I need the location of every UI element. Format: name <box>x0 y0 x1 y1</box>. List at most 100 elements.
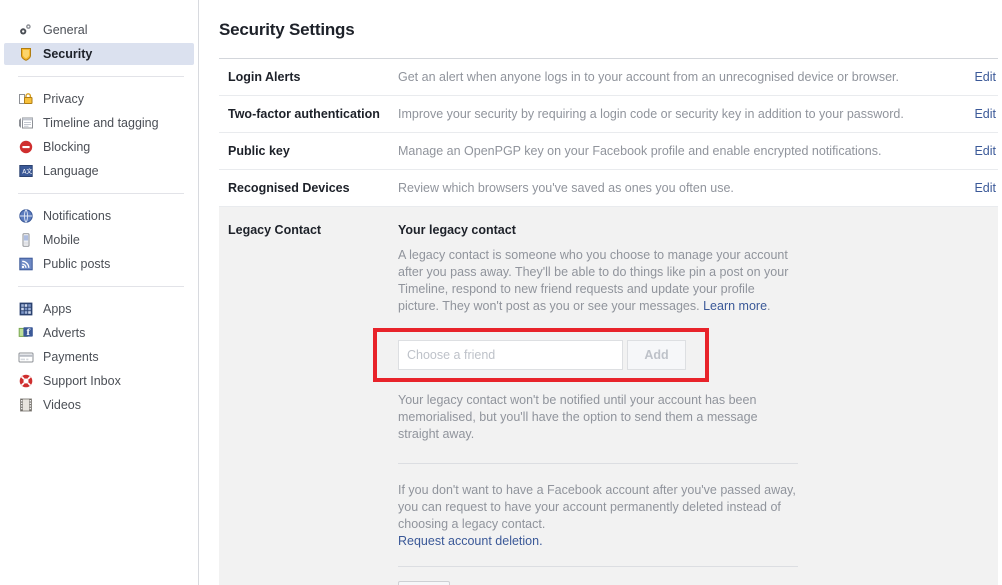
row-description: Review which browsers you've saved as on… <box>398 181 734 195</box>
sidebar-item-label: Language <box>43 164 99 178</box>
sidebar-item-label: Videos <box>43 398 81 412</box>
sidebar-group-apps: Apps f Adverts Payments Support Inbox Vi… <box>0 297 198 417</box>
security-settings-table: Login Alerts Get an alert when anyone lo… <box>219 58 998 585</box>
lifebuoy-icon <box>18 373 34 389</box>
sidebar-group-privacy: Privacy Timeline and tagging Blocking A … <box>0 87 198 183</box>
settings-screen: General Security Privacy Timeline and ta… <box>0 0 1002 585</box>
sidebar-row-wrap: Mobile <box>0 228 198 252</box>
sidebar-item-support-inbox[interactable]: Support Inbox <box>4 370 194 392</box>
apps-icon <box>18 301 34 317</box>
block-icon <box>18 139 34 155</box>
sidebar-item-label: Adverts <box>43 326 86 340</box>
sidebar-row-wrap: Blocking <box>0 135 198 159</box>
sidebar-row-wrap: Notifications <box>0 204 198 228</box>
globe-icon <box>18 208 34 224</box>
account-deletion-text: If you don't want to have a Facebook acc… <box>398 483 796 531</box>
sidebar-row-wrap: Timeline and tagging <box>0 111 198 135</box>
settings-sidebar: General Security Privacy Timeline and ta… <box>0 0 199 585</box>
edit-link-login-alerts[interactable]: Edit <box>936 70 998 84</box>
legacy-contact-note: Your legacy contact won't be notified un… <box>398 393 758 441</box>
mobile-icon <box>18 232 34 248</box>
sidebar-item-general[interactable]: General <box>4 19 194 41</box>
legacy-contact-heading: Your legacy contact <box>398 223 516 237</box>
sidebar-item-privacy[interactable]: Privacy <box>4 88 194 110</box>
lock-icon <box>18 91 34 107</box>
sidebar-row-wrap: Apps <box>0 297 198 321</box>
row-label: Public key <box>228 144 290 158</box>
sidebar-item-mobile[interactable]: Mobile <box>4 229 194 251</box>
sidebar-row-wrap: f Adverts <box>0 321 198 345</box>
sidebar-item-label: Blocking <box>43 140 91 154</box>
sidebar-item-label: Timeline and tagging <box>43 116 159 130</box>
sidebar-item-label: Support Inbox <box>43 374 121 388</box>
add-legacy-contact-button[interactable]: Add <box>627 340 686 370</box>
sidebar-row-wrap: Payments <box>0 345 198 369</box>
section-divider <box>398 566 798 567</box>
sidebar-item-payments[interactable]: Payments <box>4 346 194 368</box>
language-icon: A 文 <box>18 163 34 179</box>
settings-main: Security Settings Login Alerts Get an al… <box>200 0 1002 585</box>
sidebar-item-label: General <box>43 23 88 37</box>
sidebar-item-blocking[interactable]: Blocking <box>4 136 194 158</box>
sidebar-item-label: Apps <box>43 302 72 316</box>
sidebar-item-apps[interactable]: Apps <box>4 298 194 320</box>
timeline-icon <box>18 115 34 131</box>
sidebar-item-label: Privacy <box>43 92 84 106</box>
sidebar-row-wrap: Privacy <box>0 87 198 111</box>
svg-text:文: 文 <box>26 168 32 176</box>
legacy-contact-description: A legacy contact is someone who you choo… <box>398 247 798 315</box>
sidebar-item-videos[interactable]: Videos <box>4 394 194 416</box>
request-account-deletion-link[interactable]: Request account deletion. <box>398 534 998 548</box>
table-row: Recognised Devices Review which browsers… <box>219 170 998 207</box>
friend-picker: Add <box>398 340 686 370</box>
sidebar-item-label: Security <box>43 47 93 61</box>
sidebar-item-label: Notifications <box>43 209 112 223</box>
table-row: Two-factor authentication Improve your s… <box>219 96 998 133</box>
edit-link-recognised-devices[interactable]: Edit <box>936 181 998 195</box>
legacy-contact-row-label: Legacy Contact <box>228 223 322 237</box>
row-description: Improve your security by requiring a log… <box>398 107 904 121</box>
sidebar-item-public-posts[interactable]: Public posts <box>4 253 194 275</box>
sidebar-row-wrap: Security <box>0 42 198 66</box>
adverts-icon: f <box>18 325 34 341</box>
sidebar-item-label: Mobile <box>43 233 80 247</box>
sidebar-group-notifications: Notifications Mobile Public posts <box>0 204 198 276</box>
sidebar-row-wrap: Public posts <box>0 252 198 276</box>
row-label: Two-factor authentication <box>228 107 380 121</box>
gears-icon <box>18 22 34 38</box>
sidebar-item-label: Public posts <box>43 257 111 271</box>
sidebar-divider <box>18 76 184 77</box>
sidebar-row-wrap: Support Inbox <box>0 369 198 393</box>
learn-more-link[interactable]: Learn more <box>703 299 767 313</box>
card-icon <box>18 349 34 365</box>
sidebar-item-label: Payments <box>43 350 99 364</box>
sidebar-item-security[interactable]: Security <box>4 43 194 65</box>
close-button[interactable]: Close <box>398 581 450 585</box>
sidebar-item-language[interactable]: A 文 Language <box>4 160 194 182</box>
sidebar-row-wrap: A 文 Language <box>0 159 198 183</box>
edit-link-two-factor-authentication[interactable]: Edit <box>936 107 998 121</box>
sidebar-divider <box>18 193 184 194</box>
legacy-contact-picker-highlight: Add <box>373 328 709 382</box>
settings-content: Security Settings Login Alerts Get an al… <box>219 0 998 585</box>
sidebar-divider <box>18 286 184 287</box>
table-row: Public key Manage an OpenPGP key on your… <box>219 133 998 170</box>
sidebar-item-timeline-and-tagging[interactable]: Timeline and tagging <box>4 112 194 134</box>
legacy-contact-section: Legacy Contact Your legacy contact A leg… <box>219 207 998 585</box>
row-label: Recognised Devices <box>228 181 350 195</box>
sidebar-row-wrap: General <box>0 18 198 42</box>
page-title: Security Settings <box>219 20 355 39</box>
row-description: Manage an OpenPGP key on your Facebook p… <box>398 144 882 158</box>
film-icon <box>18 397 34 413</box>
table-row: Login Alerts Get an alert when anyone lo… <box>219 59 998 96</box>
sidebar-item-notifications[interactable]: Notifications <box>4 205 194 227</box>
sidebar-group-account: General Security <box>0 18 198 66</box>
choose-a-friend-input[interactable] <box>398 340 623 370</box>
shield-icon <box>18 46 34 62</box>
section-divider <box>398 463 798 464</box>
rss-icon <box>18 256 34 272</box>
row-label: Login Alerts <box>228 70 301 84</box>
sidebar-row-wrap: Videos <box>0 393 198 417</box>
sidebar-item-adverts[interactable]: f Adverts <box>4 322 194 344</box>
edit-link-public-key[interactable]: Edit <box>936 144 998 158</box>
